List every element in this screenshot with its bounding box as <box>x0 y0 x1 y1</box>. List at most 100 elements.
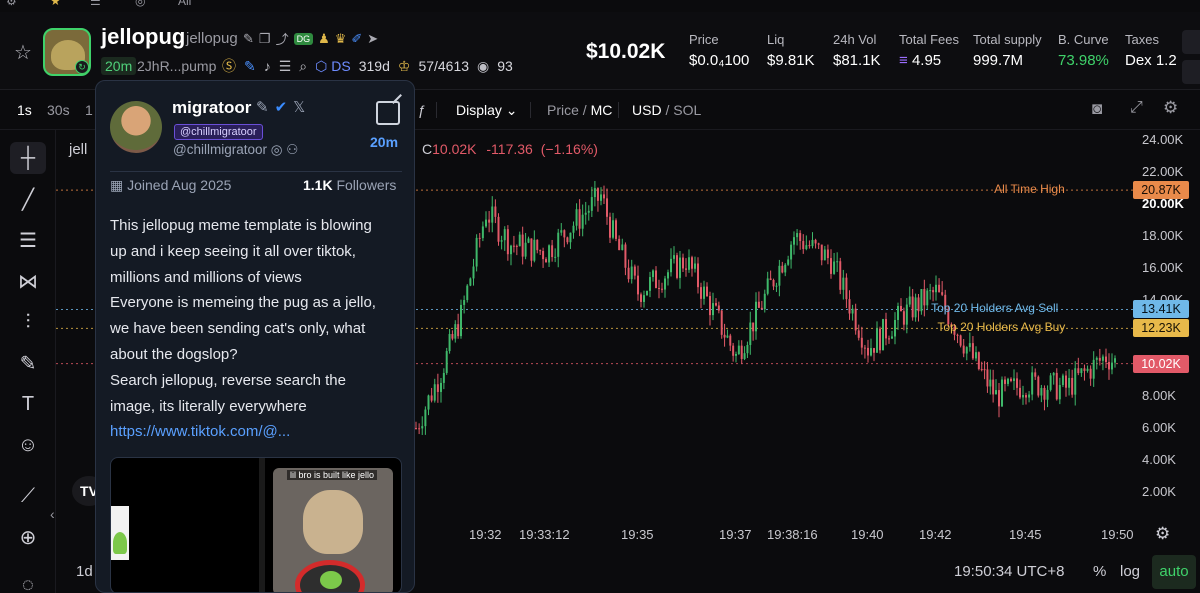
crosshair-tool-icon[interactable]: ┼ <box>10 142 46 174</box>
candle-body <box>1040 387 1043 396</box>
search-icon[interactable]: ⌕ <box>299 58 307 75</box>
stat-total-fees: Total Fees ≡ 4.95 <box>899 32 959 69</box>
tiktok-icon[interactable]: ♪ <box>264 58 271 74</box>
x-tick-label: 19:45 <box>1009 527 1042 542</box>
candle-body <box>673 255 675 259</box>
coin-icon[interactable]: Ⓢ <box>222 56 236 76</box>
trophy-icon[interactable]: ♛ <box>335 31 347 47</box>
candle-body <box>445 351 448 373</box>
gear-icon[interactable]: ⚙ <box>1163 98 1178 118</box>
calendar-icon: ▦ <box>110 177 124 193</box>
candle-body <box>888 338 890 340</box>
x-tick-label: 19:33:12 <box>519 527 570 542</box>
candle-body <box>923 289 926 306</box>
history-icon[interactable]: ◎ <box>271 142 283 157</box>
price-mc-toggle[interactable]: Price / MC <box>547 102 612 118</box>
telegram-icon[interactable]: ➤ <box>367 31 378 47</box>
x-logo-icon[interactable]: 𝕏 <box>293 98 305 116</box>
tweet-link[interactable]: https://www.tiktok.com/@... <box>110 419 406 445</box>
open-external-icon[interactable] <box>376 101 400 125</box>
candle-body <box>1092 359 1095 379</box>
magnet-tool-icon[interactable]: ◌ <box>10 574 46 593</box>
gear-icon[interactable]: ⚙ <box>6 0 17 8</box>
copy-icon[interactable]: ❐ <box>259 31 271 47</box>
stat-bonding-curve: B. Curve 73.98% <box>1058 32 1109 69</box>
dg-badge[interactable]: DG <box>293 32 314 45</box>
share-icon[interactable]: ⤴ <box>276 29 289 48</box>
candle-body <box>646 290 648 296</box>
candle-body <box>836 261 839 263</box>
candle-body <box>530 238 533 261</box>
media-thumbnail[interactable]: lil bro is built like jello <box>273 468 393 592</box>
dexscreener-link[interactable]: ⬡ DS <box>315 58 351 75</box>
interval-1[interactable]: 1 <box>85 102 93 118</box>
token-avatar[interactable]: ↻ <box>43 28 91 76</box>
candle-body <box>481 226 484 239</box>
camera-icon[interactable]: ◙ <box>1092 99 1102 119</box>
interval-1s[interactable]: 1s <box>17 102 32 118</box>
candle-body <box>735 354 737 356</box>
panel-toggle-button[interactable] <box>1182 30 1200 54</box>
zoom-in-tool-icon[interactable]: ⊕ <box>10 521 46 553</box>
filter-all-label[interactable]: All <box>178 0 191 8</box>
indicator-icon[interactable]: ƒ <box>418 102 426 118</box>
currency-toggle[interactable]: USD / SOL <box>632 102 701 118</box>
candle-body <box>1065 375 1067 388</box>
candle-body <box>1061 375 1064 385</box>
chevron-left-icon[interactable]: ‹ <box>50 506 55 522</box>
candle-body <box>766 278 769 294</box>
candle-body <box>743 353 746 359</box>
contract-address[interactable]: 2JhR...pump <box>137 58 216 74</box>
interval-30s[interactable]: 30s <box>47 102 70 118</box>
edit-note-icon[interactable]: ✐ <box>351 31 362 47</box>
fullscreen-icon[interactable]: ⤢ <box>1130 99 1143 117</box>
tweet-media[interactable]: lil bro is built like jello <box>110 457 402 592</box>
ruler-tool-icon[interactable]: ⟋ <box>10 480 46 512</box>
emoji-tool-icon[interactable]: ☺ <box>10 429 46 461</box>
display-dropdown[interactable]: Display ⌄ <box>456 102 518 119</box>
favorite-star-icon[interactable]: ☆ <box>14 40 32 65</box>
profile-username[interactable]: migratoor <box>172 98 251 118</box>
log-toggle[interactable]: log <box>1120 563 1140 580</box>
handle-pill: @chillmigratoor <box>174 124 263 140</box>
edit-icon[interactable]: ✎ <box>256 98 269 116</box>
candle-body <box>497 216 500 242</box>
account-icon[interactable]: ◎ <box>135 0 145 8</box>
fib-tool-icon[interactable]: ⫶ <box>10 306 46 338</box>
brush-tool-icon[interactable]: ✎ <box>10 347 46 379</box>
y-tick-label: 2.00K <box>1142 484 1176 499</box>
candle-body <box>630 266 633 280</box>
percent-toggle[interactable]: % <box>1093 563 1106 580</box>
pump-icon[interactable]: ✎ <box>244 58 256 75</box>
community-icon[interactable]: ♟ <box>318 31 330 47</box>
profile-avatar[interactable] <box>110 101 162 153</box>
candle-body <box>823 249 826 261</box>
text-tool-icon[interactable]: T <box>10 388 46 420</box>
candle-body <box>814 239 817 244</box>
follow-icon[interactable]: ⚇ <box>286 142 298 157</box>
twitter-profile-card[interactable]: migratoor ✎ ✔ 𝕏 @chillmigratoor @chillmi… <box>95 80 415 593</box>
horizontal-lines-tool-icon[interactable]: ☰ <box>10 224 46 256</box>
trend-line-tool-icon[interactable]: ╱ <box>10 183 46 215</box>
list-icon[interactable]: ☰ <box>279 58 292 75</box>
edit-icon[interactable]: ✎ <box>243 31 254 47</box>
candle-body <box>778 265 781 286</box>
settings-icon[interactable]: ☰ <box>90 0 101 8</box>
chart-settings-icon[interactable]: ⚙ <box>1155 524 1170 544</box>
range-1d[interactable]: 1d <box>76 563 93 580</box>
settings-side-button[interactable] <box>1182 60 1200 84</box>
candle-body <box>752 322 755 332</box>
candle-body <box>457 324 460 337</box>
pattern-tool-icon[interactable]: ⋈ <box>10 265 46 297</box>
holders-ratio: 57/4613 <box>418 58 470 74</box>
auto-scale-toggle[interactable]: auto <box>1152 555 1196 589</box>
x-tick-label: 19:42 <box>919 527 952 542</box>
candle-body <box>757 301 760 308</box>
star-icon[interactable]: ★ <box>50 0 61 8</box>
candle-body <box>448 334 451 352</box>
candle-body <box>676 255 678 278</box>
stat-total-supply: Total supply 999.7M <box>973 32 1042 69</box>
candle-body <box>491 206 494 223</box>
y-tick-label: 18.00K <box>1142 228 1184 243</box>
token-name[interactable]: jellopug <box>101 24 185 50</box>
